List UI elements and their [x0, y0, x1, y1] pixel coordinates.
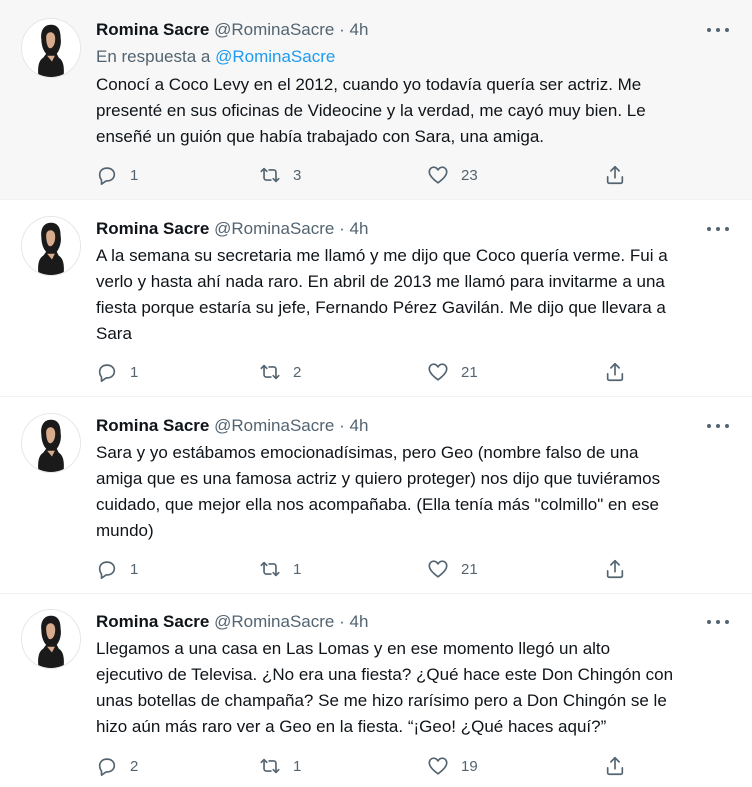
timestamp[interactable]: 4h	[350, 416, 369, 435]
tweet[interactable]: Romina Sacre @RominaSacre · 4h En respue…	[0, 0, 752, 199]
reply-button[interactable]: 1	[96, 361, 138, 383]
share-icon	[606, 165, 624, 185]
share-button[interactable]	[604, 558, 626, 580]
author-name[interactable]: Romina Sacre	[96, 416, 209, 435]
like-button[interactable]: 21	[427, 361, 478, 383]
reply-icon	[98, 561, 116, 579]
retweet-icon	[260, 758, 280, 774]
separator-dot: ·	[339, 612, 345, 631]
author-handle[interactable]: @RominaSacre	[214, 219, 334, 238]
retweet-button[interactable]: 2	[259, 361, 301, 383]
like-count: 23	[461, 166, 478, 184]
like-button[interactable]: 23	[427, 164, 478, 186]
share-button[interactable]	[604, 164, 626, 186]
share-icon	[606, 756, 624, 776]
more-icon[interactable]	[707, 614, 729, 630]
retweet-button[interactable]: 1	[259, 558, 301, 580]
retweet-button[interactable]: 1	[259, 755, 301, 777]
timestamp[interactable]: 4h	[350, 20, 369, 39]
share-icon	[606, 362, 624, 382]
tweet-actions: 1 1 21	[96, 558, 636, 580]
separator-dot: ·	[339, 416, 345, 435]
retweet-count: 3	[293, 166, 302, 184]
retweet-icon	[260, 167, 280, 183]
like-button[interactable]: 19	[427, 755, 478, 777]
tweet-thread: Romina Sacre @RominaSacre · 4h En respue…	[0, 0, 752, 787]
like-count: 19	[461, 757, 478, 775]
tweet-text: Conocí a Coco Levy en el 2012, cuando yo…	[96, 75, 646, 146]
author-name[interactable]: Romina Sacre	[96, 612, 209, 631]
retweet-count: 1	[293, 560, 302, 578]
heart-icon	[428, 166, 448, 184]
heart-icon	[428, 757, 448, 775]
timestamp[interactable]: 4h	[350, 219, 369, 238]
reply-button[interactable]: 1	[96, 558, 138, 580]
more-icon[interactable]	[707, 221, 729, 237]
tweet-header: Romina Sacre @RominaSacre · 4h	[96, 611, 368, 633]
author-handle[interactable]: @RominaSacre	[214, 20, 334, 39]
reply-icon	[98, 364, 116, 382]
tweet-header: Romina Sacre @RominaSacre · 4h	[96, 19, 368, 41]
avatar[interactable]	[21, 413, 81, 473]
like-count: 21	[461, 363, 478, 381]
retweet-count: 1	[293, 757, 302, 775]
author-name[interactable]: Romina Sacre	[96, 219, 209, 238]
author-handle[interactable]: @RominaSacre	[214, 416, 334, 435]
tweet-header: Romina Sacre @RominaSacre · 4h	[96, 218, 368, 240]
reply-prefix: En respuesta a	[96, 47, 216, 66]
reply-button[interactable]: 1	[96, 164, 138, 186]
share-button[interactable]	[604, 361, 626, 383]
like-button[interactable]: 21	[427, 558, 478, 580]
retweet-button[interactable]: 3	[259, 164, 301, 186]
avatar[interactable]	[21, 216, 81, 276]
avatar[interactable]	[21, 609, 81, 669]
reply-count: 1	[130, 363, 139, 381]
tweet-text: A la semana su secretaria me llamó y me …	[96, 246, 668, 343]
reply-icon	[98, 167, 116, 185]
more-icon[interactable]	[707, 22, 729, 38]
timestamp[interactable]: 4h	[350, 612, 369, 631]
more-icon[interactable]	[707, 418, 729, 434]
tweet-actions: 1 2 21	[96, 361, 636, 383]
tweet[interactable]: Romina Sacre @RominaSacre · 4h Llegamos …	[0, 594, 752, 787]
reply-button[interactable]: 2	[96, 755, 138, 777]
heart-icon	[428, 363, 448, 381]
reply-to-link[interactable]: @RominaSacre	[215, 47, 335, 66]
tweet-text: Sara y yo estábamos emocionadísimas, per…	[96, 443, 661, 540]
reply-count: 1	[130, 166, 139, 184]
share-icon	[606, 559, 624, 579]
reply-count: 1	[130, 560, 139, 578]
avatar[interactable]	[21, 18, 81, 78]
tweet-text: Llegamos a una casa en Las Lomas y en es…	[96, 639, 674, 736]
tweet-actions: 1 3 23	[96, 164, 636, 186]
like-count: 21	[461, 560, 478, 578]
reply-context: En respuesta a @RominaSacre	[96, 46, 335, 68]
tweet[interactable]: Romina Sacre @RominaSacre · 4h A la sema…	[0, 200, 752, 396]
reply-count: 2	[130, 757, 139, 775]
heart-icon	[428, 560, 448, 578]
share-button[interactable]	[604, 755, 626, 777]
tweet-header: Romina Sacre @RominaSacre · 4h	[96, 415, 368, 437]
retweet-count: 2	[293, 363, 302, 381]
tweet[interactable]: Romina Sacre @RominaSacre · 4h Sara y yo…	[0, 397, 752, 593]
reply-icon	[98, 758, 116, 776]
retweet-icon	[260, 561, 280, 577]
author-name[interactable]: Romina Sacre	[96, 20, 209, 39]
retweet-icon	[260, 364, 280, 380]
separator-dot: ·	[339, 219, 345, 238]
author-handle[interactable]: @RominaSacre	[214, 612, 334, 631]
separator-dot: ·	[339, 20, 345, 39]
tweet-actions: 2 1 19	[96, 755, 636, 777]
